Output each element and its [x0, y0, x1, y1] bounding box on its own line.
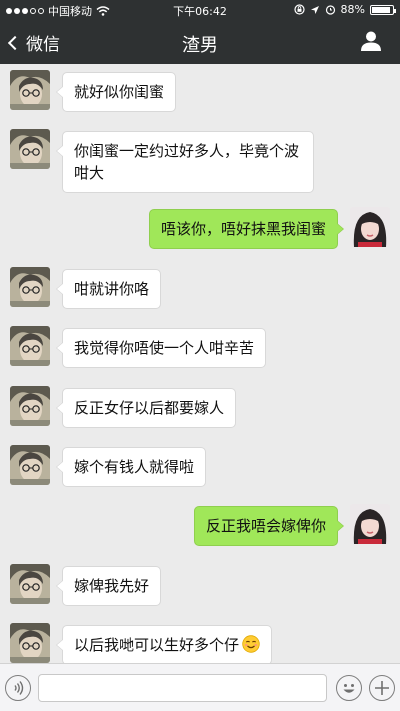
- rotation-lock-icon: [293, 4, 305, 15]
- sent-message-bubble: 唔该你，唔好抹黑我闺蜜: [148, 209, 345, 249]
- input-bar: [0, 663, 400, 711]
- battery-percent: 88%: [340, 3, 365, 16]
- message-input[interactable]: [38, 674, 327, 702]
- received-message-bubble: 我觉得你唔使一个人咁辛苦: [55, 328, 267, 368]
- battery-icon: [370, 4, 396, 15]
- received-message-bubble: 就好似你闺蜜: [55, 72, 177, 112]
- contact-avatar[interactable]: [10, 267, 50, 307]
- plus-icon: [375, 681, 389, 695]
- sent-message-bubble: 反正我唔会嫁俾你: [193, 506, 345, 546]
- contact-avatar[interactable]: [10, 445, 50, 485]
- chat-title: 渣男: [182, 35, 218, 56]
- contact-avatar[interactable]: [10, 326, 50, 366]
- emoji-button[interactable]: [336, 675, 362, 701]
- received-message-bubble: 嫁个有钱人就得啦: [55, 447, 207, 487]
- received-message-bubble: 以后我哋可以生好多个仔: [55, 625, 273, 663]
- smiling-emoji-icon: [242, 635, 260, 653]
- my-avatar[interactable]: [350, 504, 390, 544]
- status-right: 88%: [293, 3, 396, 16]
- received-message-bubble: 咁就讲你咯: [55, 269, 162, 309]
- nav-bar: 微信 渣男: [0, 20, 400, 64]
- received-message-bubble: 你闺蜜一定约过好多人，毕竟个波咁大: [56, 131, 314, 193]
- chat-messages[interactable]: 就好似你闺蜜 你闺蜜一定约过好多人，毕竟个波咁大 唔该你，唔好抹黑我闺蜜 咁就讲…: [0, 64, 400, 663]
- contact-avatar[interactable]: [10, 623, 50, 663]
- voice-icon: [14, 681, 24, 695]
- contact-avatar[interactable]: [10, 129, 50, 169]
- location-arrow-icon: [310, 5, 319, 14]
- message-text: 以后我哋可以生好多个仔: [74, 636, 240, 654]
- contact-avatar[interactable]: [10, 564, 50, 604]
- voice-button[interactable]: [5, 675, 31, 701]
- received-message-bubble: 嫁俾我先好: [55, 566, 162, 606]
- person-icon[interactable]: [360, 30, 382, 52]
- add-button[interactable]: [369, 675, 395, 701]
- contact-avatar[interactable]: [10, 386, 50, 426]
- contact-avatar[interactable]: [10, 70, 50, 110]
- received-message-bubble: 反正女仔以后都要嫁人: [55, 388, 237, 428]
- my-avatar[interactable]: [350, 207, 390, 247]
- smiley-icon: [343, 684, 355, 693]
- status-bar: 中国移动 下午06:42 88%: [0, 0, 400, 20]
- alarm-icon: [325, 5, 335, 15]
